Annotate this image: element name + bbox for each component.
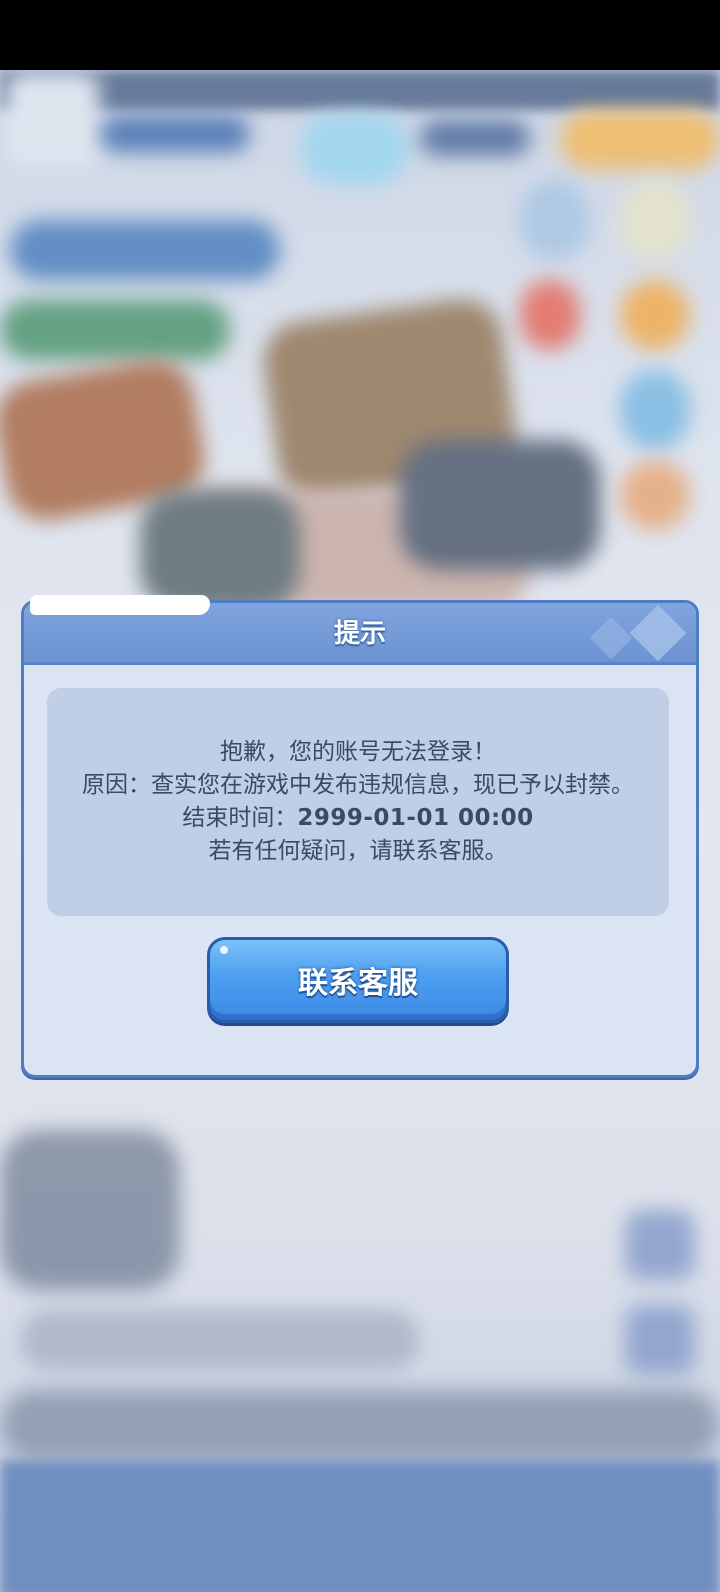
contact-support-label: 联系客服 <box>298 966 418 1001</box>
contact-support-button[interactable]: 联系客服 <box>207 937 509 1023</box>
reason-text: 原因：查实您在游戏中发布违规信息，现已予以封禁。 <box>82 772 634 798</box>
dialog-title: 提示 <box>333 619 386 649</box>
dialog-header: 提示 <box>24 595 696 665</box>
status-bar <box>0 0 720 70</box>
end-time-line: 结束时间：2999-01-01 00:00 <box>65 802 651 835</box>
sparkle-icon <box>220 946 228 954</box>
message-box: 抱歉，您的账号无法登录！ 原因：查实您在游戏中发布违规信息，现已予以封禁。 结束… <box>47 688 669 916</box>
contact-hint-text: 若有任何疑问，请联系客服。 <box>208 838 508 864</box>
apology-text: 抱歉，您的账号无法登录！ <box>220 739 496 765</box>
notice-dialog: 提示 抱歉，您的账号无法登录！ 原因：查实您在游戏中发布违规信息，现已予以封禁。… <box>21 595 699 1078</box>
end-time-value: 2999-01-01 00:00 <box>297 805 534 831</box>
end-time-label: 结束时间： <box>182 805 298 831</box>
